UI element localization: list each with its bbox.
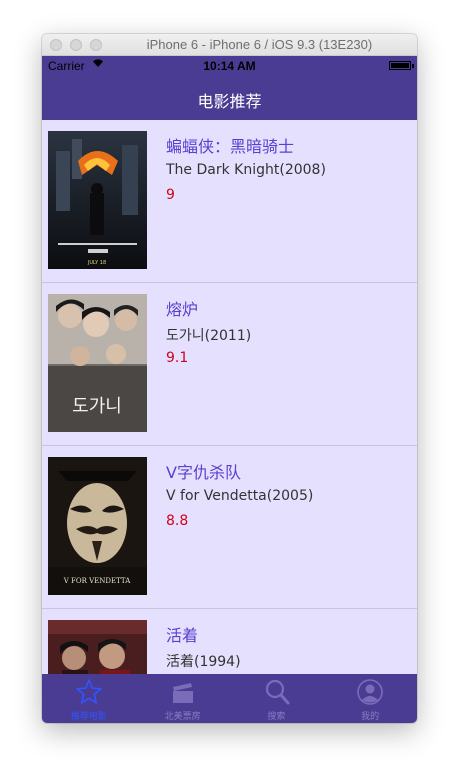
movie-title: 活着 [166, 626, 199, 645]
zoom-window-button[interactable] [90, 39, 102, 51]
window-title: iPhone 6 - iPhone 6 / iOS 9.3 (13E230) [146, 37, 373, 52]
poster-title-text: V FOR VENDETTA [63, 577, 131, 585]
phone-screen: Carrier 10:14 AM 电影推荐 JULY 18 蝙蝠侠：黑暗骑士 T… [42, 56, 417, 723]
movie-row-v-for-vendetta[interactable]: V FOR VENDETTA V字仇杀队 V for Vendetta(2005… [42, 446, 417, 609]
status-bar: Carrier 10:14 AM [42, 56, 417, 76]
navigation-bar: 电影推荐 [42, 76, 417, 120]
movie-row-to-live[interactable]: 活着 活着(1994) [42, 609, 417, 674]
poster-dark-knight: JULY 18 [48, 131, 147, 269]
movie-original-title: 도가니(2011) [166, 328, 252, 344]
page-title: 电影推荐 [197, 92, 262, 111]
tab-box-office[interactable]: 北美票房 [136, 674, 230, 723]
movie-original-title: The Dark Knight(2008) [166, 162, 326, 178]
movie-rating: 9 [166, 187, 175, 203]
tab-search[interactable]: 搜索 [230, 674, 324, 723]
movie-list[interactable]: JULY 18 蝙蝠侠：黑暗骑士 The Dark Knight(2008) 9 [42, 120, 417, 674]
battery-icon [389, 61, 411, 70]
tab-label: 我的 [361, 712, 380, 722]
battery-tip-icon [412, 64, 414, 68]
tab-recommended[interactable]: 推荐电影 [42, 674, 136, 723]
minimize-window-button[interactable] [70, 39, 82, 51]
user-icon [357, 679, 384, 705]
search-icon [265, 679, 289, 705]
close-window-button[interactable] [50, 39, 62, 51]
movie-title: 蝙蝠侠：黑暗骑士 [166, 137, 295, 156]
simulator-window: iPhone 6 - iPhone 6 / iOS 9.3 (13E230) C… [42, 34, 417, 723]
poster-v-for-vendetta: V FOR VENDETTA [48, 457, 147, 595]
poster-title-text: 도가니 [72, 396, 122, 417]
movie-rating: 8.8 [166, 513, 189, 529]
star-icon [76, 679, 102, 704]
status-time: 10:14 AM [203, 59, 256, 73]
movie-original-title: 活着(1994) [166, 654, 241, 670]
movie-title: 熔炉 [166, 300, 199, 319]
poster-silenced: 도가니 [48, 294, 147, 432]
tab-label: 推荐电影 [70, 712, 107, 722]
clapperboard-icon [172, 683, 193, 703]
movie-row-silenced[interactable]: 도가니 熔炉 도가니(2011) 9.1 [42, 283, 417, 446]
tab-label: 北美票房 [164, 712, 201, 722]
poster-to-live [48, 620, 147, 674]
tab-label: 搜索 [267, 712, 286, 722]
movie-row-dark-knight[interactable]: JULY 18 蝙蝠侠：黑暗骑士 The Dark Knight(2008) 9 [42, 120, 417, 283]
movie-title: V字仇杀队 [166, 463, 241, 482]
movie-rating: 9.1 [166, 350, 189, 366]
movie-original-title: V for Vendetta(2005) [166, 488, 314, 504]
window-titlebar: iPhone 6 - iPhone 6 / iOS 9.3 (13E230) [42, 34, 417, 56]
tab-mine[interactable]: 我的 [323, 674, 417, 723]
tab-bar: 推荐电影 北美票房 搜索 我的 [42, 674, 417, 723]
poster-date-text: JULY 18 [87, 260, 106, 266]
